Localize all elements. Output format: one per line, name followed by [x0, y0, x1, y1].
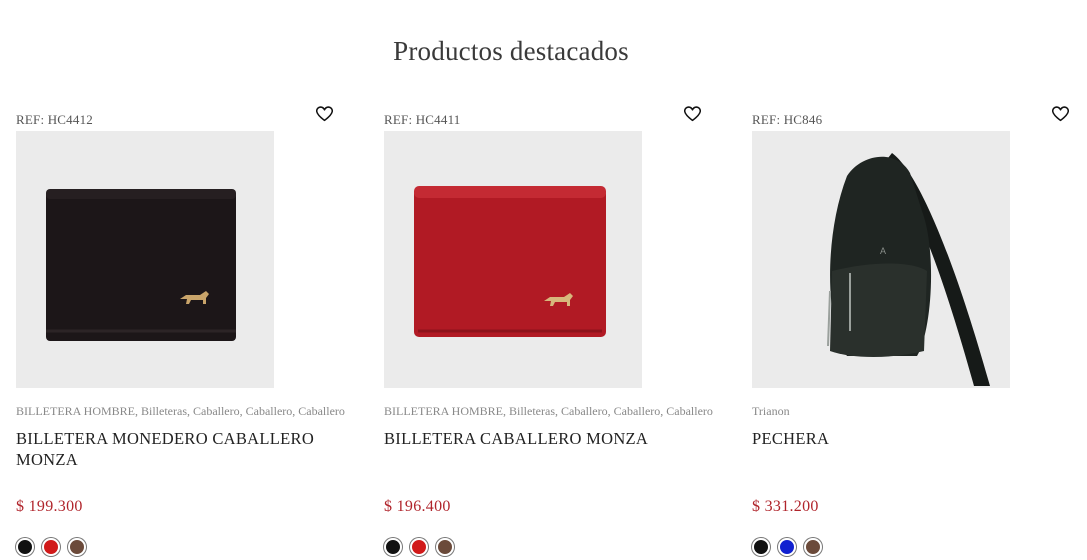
color-swatch[interactable]	[16, 538, 34, 556]
product-name[interactable]: BILLETERA MONEDERO CABALLERO MONZA	[16, 428, 316, 470]
product-price: $ 199.300	[16, 498, 83, 515]
section-title: Productos destacados	[393, 36, 629, 66]
color-swatches	[752, 538, 822, 556]
color-swatches	[16, 538, 86, 556]
product-ref: REF: HC4412	[16, 112, 93, 127]
product-categories: Trianon	[752, 404, 790, 418]
color-swatches	[384, 538, 454, 556]
product-categories: BILLETERA HOMBRE, Billeteras, Caballero,…	[384, 404, 713, 418]
color-swatch[interactable]	[410, 538, 428, 556]
color-swatch[interactable]	[804, 538, 822, 556]
wishlist-heart-icon[interactable]	[683, 106, 704, 124]
product-ref: REF: HC4411	[384, 112, 461, 127]
color-swatch[interactable]	[42, 538, 60, 556]
color-swatch[interactable]	[752, 538, 770, 556]
color-swatch[interactable]	[436, 538, 454, 556]
product-price: $ 331.200	[752, 498, 819, 515]
featured-products-section: Productos destacados REF: HC4412 BILLETE…	[0, 0, 1087, 560]
product-card: REF: HC846 A Trianon PECHERA $ 331.200	[752, 100, 1082, 560]
product-image-red-wallet[interactable]	[384, 131, 642, 388]
color-swatch[interactable]	[384, 538, 402, 556]
product-card: REF: HC4412 BILLETERA HOMBRE, Billeteras…	[16, 100, 346, 560]
product-categories: BILLETERA HOMBRE, Billeteras, Caballero,…	[16, 404, 345, 418]
product-ref: REF: HC846	[752, 112, 823, 127]
product-name[interactable]: PECHERA	[752, 428, 1052, 449]
wishlist-heart-icon[interactable]	[315, 106, 336, 124]
wishlist-heart-icon[interactable]	[1051, 106, 1072, 124]
product-image-dark-wallet[interactable]	[16, 131, 274, 388]
color-swatch[interactable]	[68, 538, 86, 556]
color-swatch[interactable]	[778, 538, 796, 556]
svg-text:A: A	[880, 246, 886, 256]
product-price: $ 196.400	[384, 498, 451, 515]
product-card: REF: HC4411 BILLETERA HOMBRE, Billeteras…	[384, 100, 714, 560]
product-image-sling-bag[interactable]: A	[752, 131, 1010, 388]
product-name[interactable]: BILLETERA CABALLERO MONZA	[384, 428, 684, 449]
